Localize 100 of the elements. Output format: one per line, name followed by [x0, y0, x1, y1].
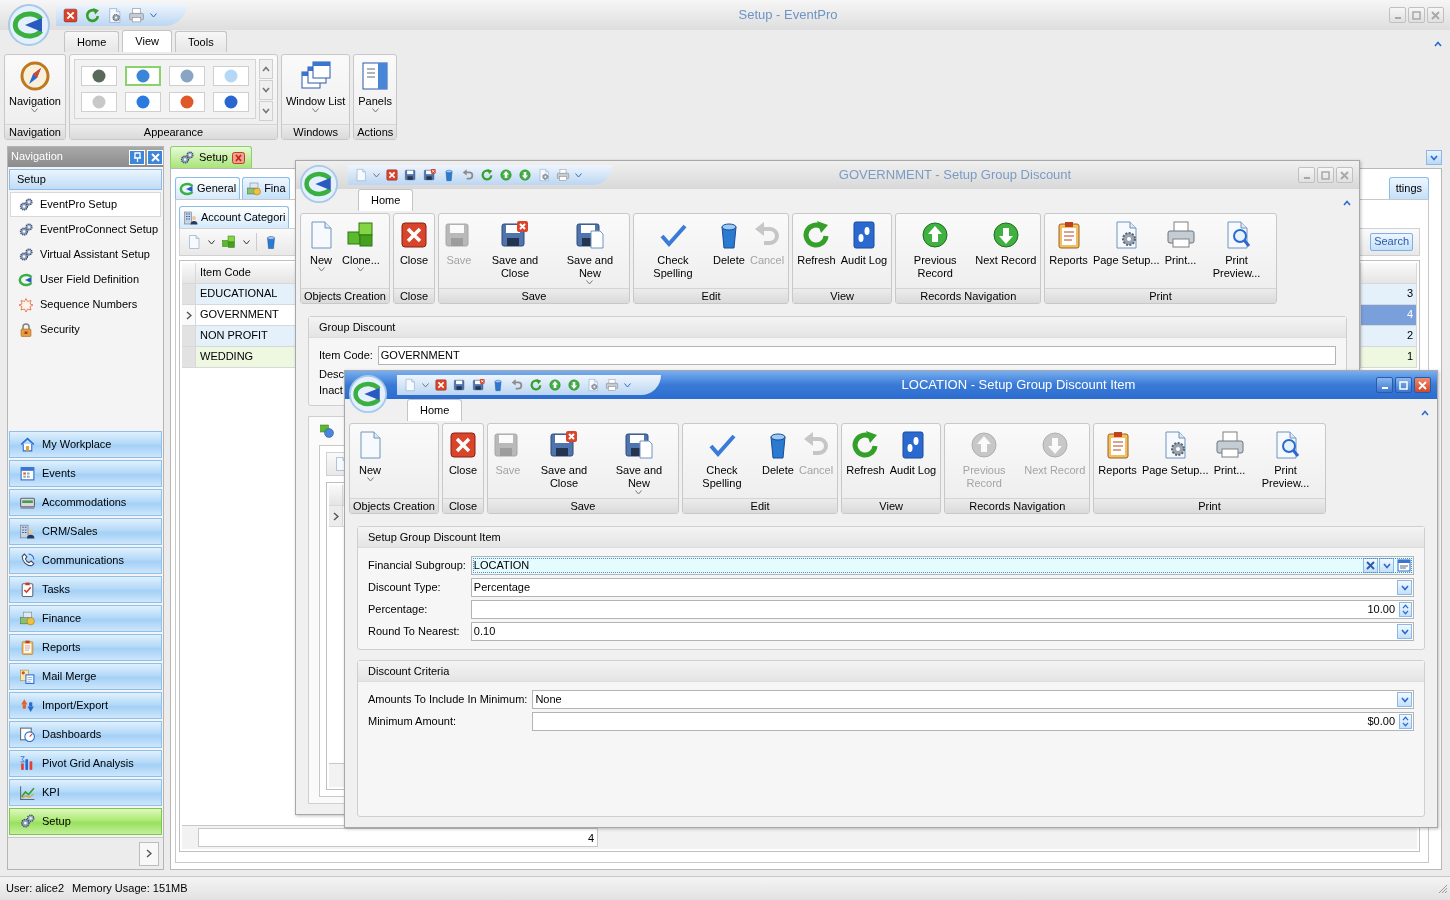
clear-button[interactable]	[1363, 558, 1378, 573]
text-field[interactable]: GOVERNMENT	[377, 346, 1336, 365]
expand-button[interactable]	[259, 101, 273, 121]
theme-swatch[interactable]	[81, 66, 117, 86]
ribbon-button[interactable]: Print...	[1211, 426, 1248, 480]
ribbon-button[interactable]: Print...	[1162, 216, 1199, 270]
tab[interactable]: General	[175, 177, 241, 199]
ribbon-button[interactable]: Print Preview...	[1248, 426, 1323, 493]
module-button[interactable]: Tasks	[9, 576, 162, 603]
theme-swatch[interactable]	[213, 92, 249, 112]
scroll-down-button[interactable]	[259, 80, 273, 100]
close-button[interactable]	[1414, 377, 1431, 393]
module-button[interactable]: KPI	[9, 779, 162, 806]
ribbon-tab[interactable]: Home	[407, 399, 463, 421]
pin-button[interactable]	[129, 149, 145, 165]
row-header[interactable]	[329, 506, 343, 528]
ribbon-button[interactable]: Refresh	[844, 426, 887, 480]
module-button[interactable]: CRM/Sales	[9, 518, 162, 545]
module-button[interactable]: My Workplace	[9, 431, 162, 458]
ribbon-button[interactable]: Audit Log	[838, 216, 890, 270]
theme-swatch[interactable]	[81, 92, 117, 112]
ribbon-button[interactable]: Page Setup...	[1139, 426, 1211, 480]
ribbon-button[interactable]: Audit Log	[887, 426, 939, 480]
theme-swatch[interactable]	[213, 66, 249, 86]
module-button[interactable]: Events	[9, 460, 162, 487]
ribbon-button[interactable]: New	[352, 426, 388, 485]
tab[interactable]: ttings	[1388, 177, 1429, 199]
module-button[interactable]: Communications	[9, 547, 162, 574]
ribbon-button[interactable]: Window List	[284, 57, 348, 116]
theme-swatch[interactable]	[169, 92, 205, 112]
minimize-icon	[1394, 17, 1401, 19]
nav-item[interactable]: Sequence Numbers	[10, 292, 161, 317]
ribbon-button[interactable]: Print Preview...	[1199, 216, 1274, 283]
minimize-button[interactable]	[1376, 377, 1393, 393]
module-button[interactable]: Dashboards	[9, 721, 162, 748]
ribbon-button[interactable]: Check Spelling	[635, 216, 710, 283]
nav-item[interactable]: EventPro Setup	[10, 192, 161, 217]
scroll-up-button[interactable]	[259, 59, 273, 79]
maximize-button[interactable]	[1395, 377, 1412, 393]
dropdown-field[interactable]: None	[532, 690, 1414, 709]
ribbon-button[interactable]: Close	[444, 426, 481, 480]
spin-button[interactable]	[1399, 602, 1412, 617]
spin-field[interactable]: $0.00	[532, 712, 1414, 731]
ribbon-button[interactable]: Page Setup...	[1090, 216, 1162, 270]
ribbon-button[interactable]: Reports	[1047, 216, 1090, 270]
nav-item[interactable]: EventProConnect Setup	[10, 217, 161, 242]
dropdown-button[interactable]	[1379, 558, 1394, 573]
module-button[interactable]: Import/Export	[9, 692, 162, 719]
window-title: Setup - EventPro	[737, 7, 839, 23]
ribbon-button[interactable]: Save and Close	[526, 426, 601, 493]
dropdown-button[interactable]	[1397, 580, 1412, 595]
ribbon-button[interactable]: Save and New	[601, 426, 676, 498]
document-tab[interactable]: Setup	[170, 146, 252, 168]
floppy-close-icon	[472, 378, 486, 392]
ribbon-button[interactable]: Check Spelling	[684, 426, 759, 493]
module-button[interactable]: Finance	[9, 605, 162, 632]
ribbon-button[interactable]: Reports	[1096, 426, 1139, 480]
tab[interactable]: Fina	[242, 177, 290, 199]
section-header[interactable]: Setup	[9, 169, 162, 190]
caret-icon	[373, 172, 380, 178]
dropdown-button[interactable]	[1397, 624, 1412, 639]
nav-item[interactable]: Security	[10, 317, 161, 342]
ribbon-button[interactable]: Previous Record	[898, 216, 973, 283]
ribbon-button[interactable]: Next Record	[973, 216, 1039, 270]
title-bar[interactable]: LOCATION - Setup Group Discount Item	[345, 371, 1437, 399]
module-button[interactable]: Mail Merge	[9, 663, 162, 690]
chevron-icon	[146, 849, 152, 858]
dropdown-field[interactable]: Percentage	[470, 578, 1414, 597]
form-edit-icon[interactable]	[1397, 559, 1411, 572]
ribbon-button[interactable]: Delete	[710, 216, 747, 270]
ribbon-button[interactable]: Navigation	[7, 57, 63, 116]
module-button[interactable]: Accommodations	[9, 489, 162, 516]
ribbon-button[interactable]: Refresh	[795, 216, 838, 270]
module-button[interactable]: Pivot Grid Analysis	[9, 750, 162, 777]
up-arrow-icon	[548, 378, 562, 392]
tab-menu-button[interactable]	[1426, 150, 1442, 165]
ribbon-tab[interactable]: Tools	[175, 31, 227, 52]
dropdown-field[interactable]: 0.10	[470, 622, 1414, 641]
spin-field[interactable]: 10.00	[470, 600, 1414, 619]
section-header: Discount Criteria	[358, 661, 1424, 682]
ribbon-tab[interactable]: Home	[64, 31, 120, 52]
theme-swatch[interactable]	[125, 92, 161, 112]
tab[interactable]: Account Categori	[179, 206, 290, 228]
row-header[interactable]	[182, 305, 196, 326]
module-button[interactable]: Reports	[9, 634, 162, 661]
nav-item[interactable]: User Field Definition	[10, 267, 161, 292]
search-button[interactable]: Search	[1370, 233, 1413, 251]
ribbon-tab[interactable]: Home	[358, 189, 414, 211]
ribbon-button[interactable]: Delete	[759, 426, 796, 480]
ribbon-tab[interactable]: View	[122, 30, 172, 52]
module-button[interactable]: Setup	[9, 808, 162, 835]
group-label: Navigation	[5, 124, 65, 139]
theme-swatch[interactable]	[169, 66, 205, 86]
lookup-field[interactable]: LOCATION	[470, 556, 1414, 575]
nav-item[interactable]: Virtual Assistant Setup	[10, 242, 161, 267]
expand-button[interactable]	[139, 841, 159, 866]
spin-button[interactable]	[1399, 714, 1412, 729]
ribbon-button[interactable]: Panels	[356, 57, 394, 116]
dropdown-button[interactable]	[1397, 692, 1412, 707]
theme-swatch[interactable]	[125, 66, 161, 86]
